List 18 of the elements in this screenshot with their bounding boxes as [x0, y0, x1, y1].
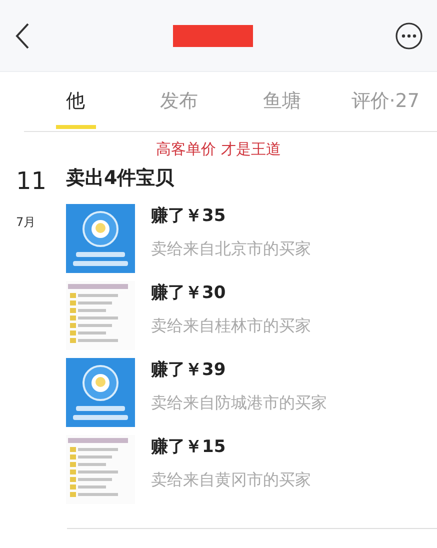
earned-amount: 赚了￥39	[151, 358, 227, 382]
buyer-location: 卖给来自北京市的买家	[151, 238, 311, 260]
tab[interactable]: 鱼塘	[230, 72, 334, 131]
annotation-text: 高客单价 才是王道	[155, 139, 282, 160]
date-day: 11	[0, 168, 50, 192]
tab[interactable]: 他	[24, 72, 128, 131]
tab[interactable]: 评价·27	[334, 72, 437, 131]
tab[interactable]: 发布	[127, 72, 230, 131]
back-icon[interactable]	[14, 22, 30, 50]
more-icon[interactable]	[395, 22, 423, 50]
date-month: 7月	[15, 214, 37, 230]
buyer-location: 卖给来自桂林市的买家	[151, 315, 311, 337]
earned-amount: 赚了￥30	[151, 282, 227, 304]
earned-amount: 赚了￥35	[151, 204, 227, 228]
earned-amount: 赚了￥15	[151, 436, 227, 458]
entry-title: 卖出4件宝贝	[66, 168, 176, 188]
buyer-location: 卖给来自黄冈市的买家	[151, 469, 311, 491]
buyer-location: 卖给来自防城港市的买家	[151, 392, 327, 414]
